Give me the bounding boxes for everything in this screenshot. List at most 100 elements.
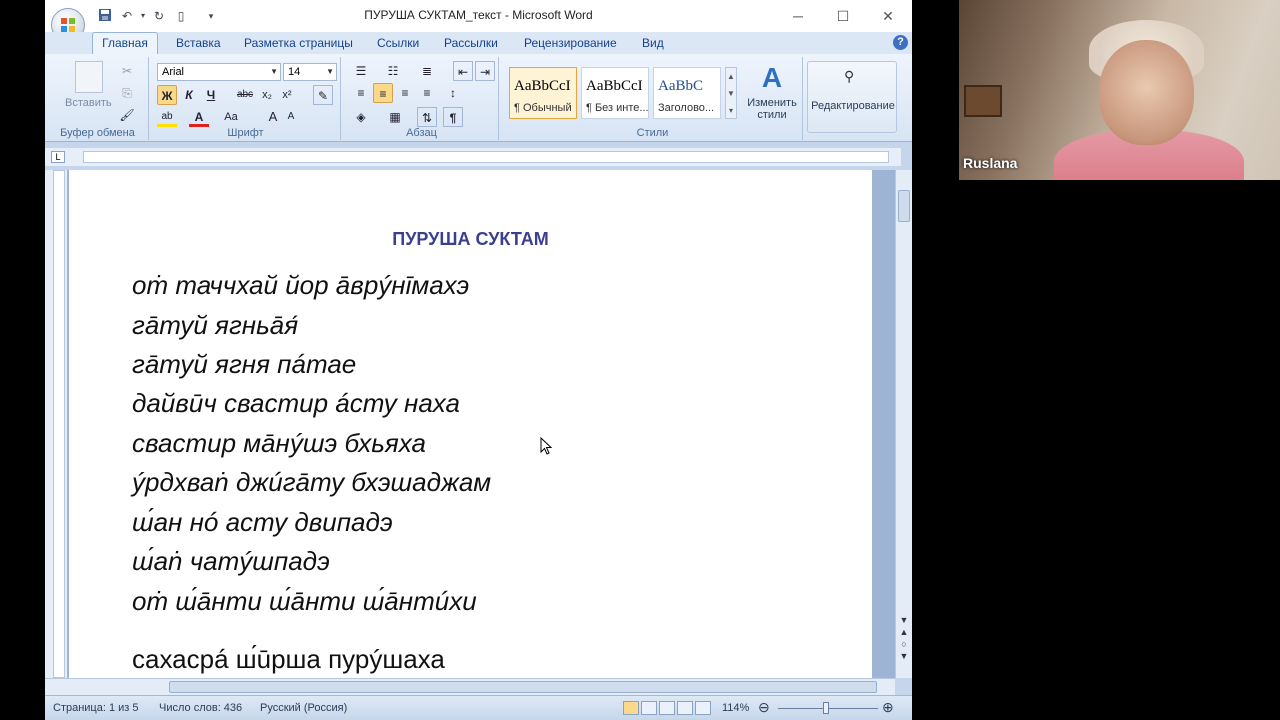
underline-button[interactable]: Ч (201, 85, 221, 105)
document-page[interactable]: ПУРУША СУКТАМ оṁ таччхай йор āврýнīмахэ … (69, 170, 872, 678)
show-marks-icon[interactable]: ¶ (443, 107, 463, 127)
vertical-ruler[interactable] (45, 170, 67, 678)
cut-icon[interactable]: ✂ (117, 61, 137, 81)
clipboard-group: Вставить ✂ ⎘ 🖌 Буфер обмена (47, 57, 149, 140)
strikethrough-button[interactable]: abc (235, 85, 255, 105)
zoom-slider-thumb[interactable] (823, 702, 829, 714)
increase-indent-icon[interactable]: ⇥ (475, 61, 495, 81)
chevron-down-icon: ▼ (270, 67, 278, 76)
document-line: ш́аṅ чатýшпадэ (132, 546, 330, 576)
multilevel-list-icon[interactable]: ≣ (417, 61, 437, 81)
font-color-button[interactable]: A (189, 107, 209, 127)
change-styles-icon[interactable]: A (757, 63, 787, 93)
document-area[interactable]: ПУРУША СУКТАМ оṁ таччхай йор āврýнīмахэ … (67, 170, 901, 678)
page-indicator[interactable]: Страница: 1 из 5 (53, 702, 139, 714)
document-line: ýрдхваṅ джúгāту бхэшаджам (132, 467, 492, 497)
paste-icon[interactable] (75, 61, 103, 93)
paste-button-label[interactable]: Вставить (65, 97, 112, 109)
style-no-spacing[interactable]: AaBbCcI ¶ Без инте... (581, 67, 649, 119)
change-styles-button[interactable]: Изменить стили (741, 97, 803, 121)
browse-object-icon[interactable]: ▼ ▲ ○ ▼ (896, 614, 912, 662)
font-size-value: 14 (288, 66, 301, 78)
horizontal-scrollbar[interactable] (45, 678, 895, 695)
numbering-icon[interactable]: ☷ (383, 61, 403, 81)
grow-font-button[interactable]: A (263, 107, 283, 127)
styles-group-label: Стили (636, 127, 669, 139)
style-sample: AaBbCcI (586, 78, 643, 94)
print-layout-view-icon[interactable] (623, 701, 639, 715)
change-case-button[interactable]: Aa (221, 107, 241, 127)
mouse-cursor-icon (540, 437, 552, 455)
maximize-button[interactable]: ☐ (828, 6, 858, 26)
word-count[interactable]: Число слов: 436 (159, 702, 242, 714)
wall-picture (964, 85, 1002, 117)
styles-scroll[interactable]: ▲ ▼ ▾ (725, 67, 737, 119)
document-line: дайвūч свастир áсту наха (132, 388, 460, 418)
editing-group: ⚲ Редактирование (807, 57, 907, 140)
align-right-icon[interactable]: ≡ (395, 83, 415, 103)
zoom-level[interactable]: 114% (722, 702, 749, 714)
highlight-color-button[interactable]: ab (157, 107, 177, 127)
font-group: Arial ▼ 14 ▼ Ж К Ч abc x₂ x² ✎ ab A Aa A A… (151, 57, 341, 140)
tab-view[interactable]: Вид (642, 36, 664, 50)
tab-review[interactable]: Рецензирование (524, 36, 617, 50)
vertical-scroll-thumb[interactable] (898, 190, 910, 222)
vertical-scrollbar[interactable]: ▼ ▲ ○ ▼ (895, 170, 912, 678)
zoom-out-icon[interactable]: ⊖ (758, 699, 770, 716)
italic-button[interactable]: К (179, 85, 199, 105)
shrink-font-button[interactable]: A (281, 107, 301, 127)
style-heading[interactable]: AaBbC Заголово... (653, 67, 721, 119)
align-left-icon[interactable]: ≡ (351, 83, 371, 103)
ruler-track (83, 151, 889, 163)
bullets-icon[interactable]: ☰ (351, 61, 371, 81)
document-line: оṁ таччхай йор āврýнīмахэ (132, 270, 470, 300)
align-center-icon[interactable]: ≡ (373, 83, 393, 103)
status-bar: Страница: 1 из 5 Число слов: 436 Русский… (45, 695, 912, 720)
superscript-button[interactable]: x² (277, 85, 297, 105)
font-name-value: Arial (162, 66, 185, 78)
copy-icon[interactable]: ⎘ (117, 83, 137, 103)
full-screen-view-icon[interactable] (641, 701, 657, 715)
document-line: гāтуй ягньāя́ (132, 310, 299, 340)
paragraph-group: ☰ ☷ ≣ ⇤ ⇥ ≡ ≡ ≡ ≡ ↕ ◈ ▦ ⇅ ¶ Абзац (345, 57, 499, 140)
sort-icon[interactable]: ⇅ (417, 107, 437, 127)
tab-references[interactable]: Ссылки (377, 36, 419, 50)
style-normal[interactable]: AaBbCcI ¶ Обычный (509, 67, 577, 119)
styles-group: AaBbCcI ¶ Обычный AaBbCcI ¶ Без инте... … (503, 57, 803, 140)
vruler-track (53, 170, 65, 678)
font-size-combo[interactable]: 14 ▼ (283, 63, 337, 81)
tab-mailings[interactable]: Рассылки (444, 36, 498, 50)
paragraph-group-label: Абзац (406, 127, 437, 139)
borders-icon[interactable]: ▦ (385, 107, 405, 127)
line-spacing-icon[interactable]: ↕ (443, 83, 463, 103)
horizontal-scroll-thumb[interactable] (169, 681, 877, 693)
tab-insert[interactable]: Вставка (176, 36, 221, 50)
tab-home[interactable]: Главная (92, 32, 158, 54)
tab-page-layout[interactable]: Разметка страницы (244, 36, 353, 50)
web-layout-view-icon[interactable] (659, 701, 675, 715)
subscript-button[interactable]: x₂ (257, 85, 277, 105)
language-indicator[interactable]: Русский (Россия) (260, 702, 347, 714)
font-group-label: Шрифт (227, 127, 264, 139)
shading-icon[interactable]: ◈ (351, 107, 371, 127)
decrease-indent-icon[interactable]: ⇤ (453, 61, 473, 81)
help-icon[interactable]: ? (893, 35, 908, 50)
close-button[interactable]: ✕ (873, 6, 903, 26)
outline-view-icon[interactable] (677, 701, 693, 715)
zoom-in-icon[interactable]: ⊕ (882, 699, 894, 716)
draft-view-icon[interactable] (695, 701, 711, 715)
bold-button[interactable]: Ж (157, 85, 177, 105)
document-line: свастир мāнýшэ бхьяха (132, 428, 426, 458)
document-line: сахасрá ш́ūрша пурýшаха (132, 644, 445, 674)
format-painter-icon[interactable]: 🖌 (117, 105, 137, 125)
editing-button[interactable]: ⚲ Редактирование (807, 61, 897, 133)
document-line: оṁ ш́āнти ш́āнти ш́āнтúхи (132, 586, 477, 616)
font-name-combo[interactable]: Arial ▼ (157, 63, 281, 81)
horizontal-ruler[interactable]: L (45, 148, 901, 166)
justify-icon[interactable]: ≡ (417, 83, 437, 103)
clear-formatting-icon[interactable]: ✎ (313, 85, 333, 105)
minimize-button[interactable]: ─ (783, 6, 813, 26)
person-face (1099, 40, 1194, 145)
tab-stop-selector[interactable]: L (51, 151, 65, 163)
video-tile[interactable]: Ruslana (959, 0, 1280, 180)
